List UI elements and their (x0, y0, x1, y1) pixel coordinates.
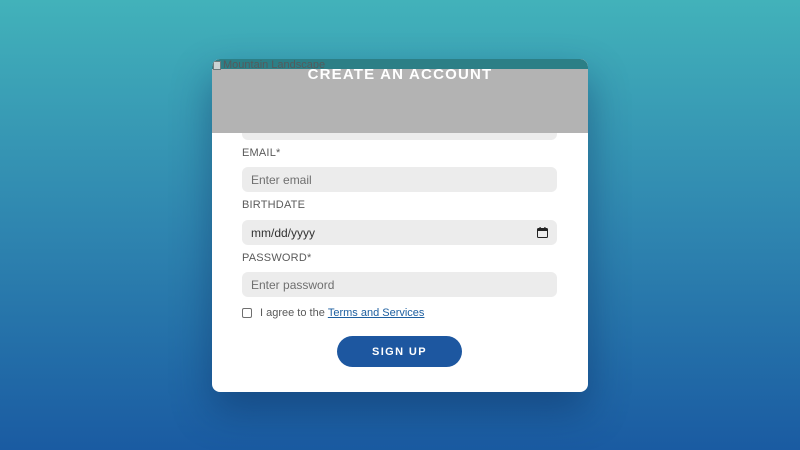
terms-link[interactable]: Terms and Services (328, 307, 425, 319)
email-label: EMAIL* (242, 147, 281, 159)
birthdate-input[interactable]: mm/dd/yyyy (242, 220, 557, 245)
birthdate-placeholder: mm/dd/yyyy (251, 225, 316, 240)
password-input[interactable] (242, 272, 557, 297)
terms-text: I agree to the (260, 307, 325, 319)
email-input[interactable] (242, 167, 557, 192)
signup-button[interactable]: SIGN UP (337, 336, 462, 367)
username-label: USERNAME* (242, 94, 311, 106)
birthdate-label: BIRTHDATE (242, 199, 306, 211)
password-label: PASSWORD* (242, 252, 312, 264)
form-title: CREATE AN ACCOUNT (307, 66, 493, 83)
terms-checkbox[interactable] (242, 308, 252, 318)
calendar-icon[interactable] (537, 227, 548, 238)
username-input[interactable] (242, 115, 557, 140)
terms-agreement: I agree to the Terms and Services (242, 307, 424, 319)
signup-card: Mountain Landscape CREATE AN ACCOUNT USE… (212, 59, 588, 392)
